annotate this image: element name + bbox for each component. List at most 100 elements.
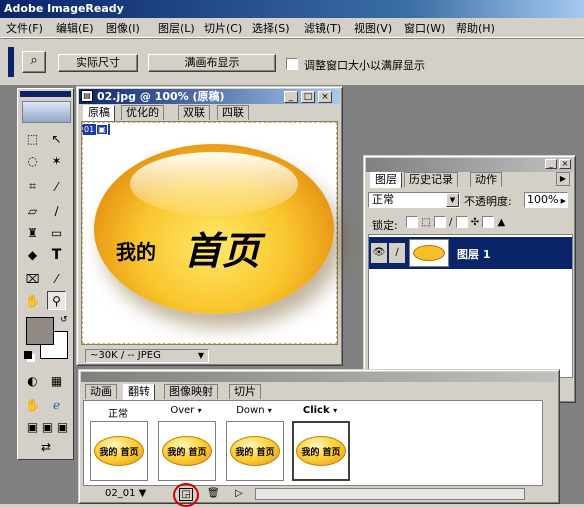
layers-list: 👁 ∕ 图层 1 — [368, 234, 573, 378]
opacity-input[interactable]: 100% ▶ — [524, 192, 568, 208]
eraser-tool-icon[interactable]: ▱ — [23, 201, 42, 220]
menu-bar: 文件(F) 编辑(E) 图像(I) 图层(L) 切片(C) 选择(S) 滤镜(T… — [0, 18, 584, 38]
state-frame-normal[interactable]: 我的 首页 — [90, 421, 148, 481]
move-tool-icon[interactable]: ↖ — [47, 129, 66, 148]
brush-tool-icon[interactable]: ∕ — [47, 201, 66, 220]
file-size-status[interactable]: ~30K / -- JPEG ▼ — [85, 349, 209, 363]
default-colors-icon[interactable] — [24, 351, 32, 359]
tab-slices[interactable]: 切片 — [229, 384, 261, 399]
opacity-label: 不透明度: — [464, 195, 512, 208]
tab-animation[interactable]: 动画 — [85, 384, 117, 399]
lock-options[interactable]: ⬚ ∕ ✣ ▲ — [406, 216, 505, 228]
stamp-tool-icon[interactable]: ♜ — [23, 223, 42, 242]
tab-image-map[interactable]: 图像映射 — [164, 384, 218, 399]
app-titlebar: Adobe ImageReady — [0, 0, 584, 18]
menu-view[interactable]: 视图(V) — [354, 20, 392, 36]
button-text-big: 首页 — [184, 229, 261, 273]
toggle-slice-icon[interactable]: ▦ — [47, 371, 66, 390]
tab-optimized[interactable]: 优化的 — [121, 105, 164, 120]
tab-2up[interactable]: 双联 — [178, 105, 210, 120]
resize-window-label: 调整窗口大小以满屏显示 — [304, 59, 425, 72]
menu-layer[interactable]: 图层(L) — [158, 20, 195, 36]
visibility-eye-icon[interactable]: 👁 — [371, 243, 387, 263]
highlight-circle — [173, 483, 199, 507]
options-grip[interactable] — [8, 47, 14, 77]
tab-4up[interactable]: 四联 — [217, 105, 249, 120]
state-frame-over[interactable]: 我的 首页 — [158, 421, 216, 481]
toolbox: ⬚ ↖ ◌ ✶ ⌗ ⁄ ▱ ∕ ♜ ▭ ◆ T ⌧ ⁄ ✋ ⚲ ↺ ◐ ▦ ✋ … — [17, 88, 74, 460]
fit-canvas-button[interactable]: 满画布显示 — [148, 54, 276, 72]
crop-tool-icon[interactable]: ⌧ — [23, 269, 42, 288]
imageready-logo[interactable] — [22, 101, 71, 123]
state-label-over[interactable]: Over ▾ — [156, 405, 216, 416]
tab-rollover[interactable]: 翻转 — [123, 384, 155, 400]
rounded-button-graphic: 我的 首页 — [94, 144, 334, 314]
tab-history[interactable]: 历史记录 — [404, 172, 458, 187]
jump-to-photoshop-icon[interactable]: ⇄ — [28, 437, 64, 456]
state-label-down[interactable]: Down ▾ — [224, 405, 284, 416]
browser-preview-icon[interactable]: ℯ — [47, 395, 66, 414]
layers-close-button[interactable]: × — [559, 159, 571, 169]
state-frame-click[interactable]: 我的 首页 — [292, 421, 350, 481]
document-icon: ▤ — [81, 90, 93, 102]
doc-minimize-button[interactable]: _ — [284, 91, 298, 103]
rollover-mode-icon[interactable]: ◐ — [23, 371, 42, 390]
menu-window[interactable]: 窗口(W) — [404, 20, 445, 36]
marquee-tool-icon[interactable]: ⬚ — [23, 129, 42, 148]
preview-play-icon[interactable]: ▷ — [235, 488, 243, 499]
menu-image[interactable]: 图像(I) — [106, 20, 140, 36]
rollover-states-area: 正常 Over ▾ Down ▾ Click ▾ 我的 首页 我的 首页 我的 … — [83, 400, 543, 486]
zoom-tool-icon-selected[interactable]: ⚲ — [47, 291, 66, 310]
menu-slice[interactable]: 切片(C) — [204, 20, 242, 36]
slice-name-select[interactable]: 02_01 ▼ — [105, 488, 146, 499]
tab-layers[interactable]: 图层 — [370, 172, 402, 188]
layers-menu-arrow-icon[interactable]: ▶ — [556, 172, 570, 186]
magic-wand-icon[interactable]: ✶ — [47, 151, 66, 170]
rollover-scrollbar[interactable] — [255, 488, 525, 500]
document-window: 02.jpg @ 100% (原稿) ▤ _ □ × 原稿 优化的 双联 四联 … — [76, 86, 343, 366]
document-canvas[interactable]: 01 ▣ 我的 首页 — [81, 121, 338, 345]
tab-original[interactable]: 原稿 — [83, 105, 115, 121]
type-tool-icon[interactable]: T — [47, 245, 66, 264]
menu-file[interactable]: 文件(F) — [6, 20, 43, 36]
rectangle-tool-icon[interactable]: ▭ — [47, 223, 66, 242]
hand-tool-icon[interactable]: ✋ — [23, 291, 42, 310]
document-title: 02.jpg @ 100% (原稿) — [97, 90, 225, 103]
rollover-palette: 动画 翻转 图像映射 切片 正常 Over ▾ Down ▾ Click ▾ 我… — [78, 369, 560, 507]
swap-colors-icon[interactable]: ↺ — [60, 315, 68, 325]
state-label-normal: 正常 — [108, 409, 128, 420]
menu-filter[interactable]: 滤镜(T) — [304, 20, 341, 36]
rollover-bottom-bar: 02_01 ▼ ◲ 🗑 ▷ — [83, 483, 557, 507]
state-label-click[interactable]: Click ▾ — [290, 405, 350, 416]
menu-select[interactable]: 选择(S) — [252, 20, 290, 36]
layers-palette: _ × 图层 历史记录 动作 ▶ 正常 ▼ 不透明度: 100% ▶ 锁定: ⬚ ∕… — [363, 155, 576, 403]
actual-pixels-button[interactable]: 实际尺寸 — [58, 54, 138, 72]
slice-tool-icon[interactable]: ⌗ — [23, 177, 42, 196]
screen-mode-3-icon[interactable]: ▣ — [53, 417, 72, 436]
menu-help[interactable]: 帮助(H) — [456, 20, 495, 36]
eyedropper2-tool-icon[interactable]: ⁄ — [47, 269, 66, 288]
resize-window-checkbox[interactable] — [286, 57, 298, 70]
blend-mode-select[interactable]: 正常 ▼ — [368, 192, 460, 208]
layer-name: 图层 1 — [457, 248, 491, 261]
doc-maximize-button[interactable]: □ — [301, 91, 315, 103]
options-bar: ⌕ 实际尺寸 满画布显示 调整窗口大小以满屏显示 — [0, 38, 584, 86]
doc-close-button[interactable]: × — [318, 91, 332, 103]
lasso-tool-icon[interactable]: ◌ — [23, 151, 42, 170]
button-highlight — [130, 152, 298, 216]
lock-label: 锁定: — [372, 219, 398, 232]
preview-hand-icon[interactable]: ✋ — [23, 395, 42, 414]
layer-row[interactable]: 👁 ∕ 图层 1 — [369, 237, 572, 269]
layers-palette-titlebar — [366, 158, 573, 172]
state-frame-down[interactable]: 我的 首页 — [226, 421, 284, 481]
tab-actions[interactable]: 动作 — [470, 172, 502, 187]
eyedropper-tool-icon[interactable]: ⁄ — [47, 177, 66, 196]
toolbox-grip[interactable] — [20, 91, 71, 97]
delete-state-icon[interactable]: 🗑 — [207, 488, 220, 499]
zoom-tool-icon[interactable]: ⌕ — [22, 51, 46, 73]
layer-thumbnail — [409, 239, 449, 267]
brush-link-icon[interactable]: ∕ — [389, 243, 405, 263]
layers-minimize-button[interactable]: _ — [545, 159, 557, 169]
menu-edit[interactable]: 编辑(E) — [56, 20, 94, 36]
paint-bucket-icon[interactable]: ◆ — [23, 245, 42, 264]
